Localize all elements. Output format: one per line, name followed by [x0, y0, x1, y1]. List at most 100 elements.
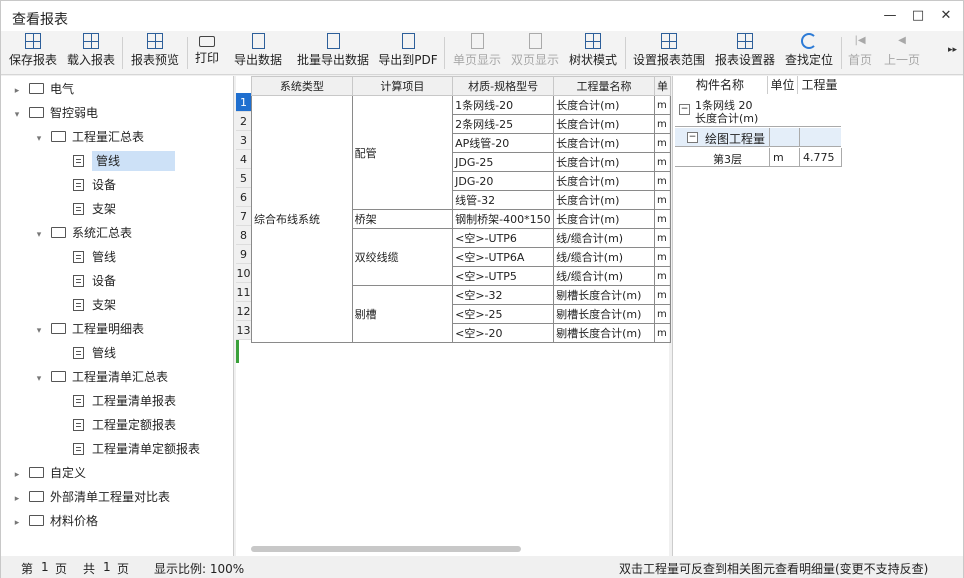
export-pdf-button[interactable]: 导出到PDF: [377, 33, 439, 73]
tree-item[interactable]: ▸ 外部清单工程量对比表: [11, 486, 170, 508]
collapse-icon[interactable]: −: [687, 132, 698, 143]
row-number[interactable]: 1: [236, 93, 251, 112]
tree-item[interactable]: ▾ 工程量汇总表: [33, 126, 144, 148]
row-number[interactable]: 11: [236, 283, 251, 302]
row-number[interactable]: 7: [236, 207, 251, 226]
horizontal-scrollbar[interactable]: [251, 546, 521, 552]
unit-cell[interactable]: m: [653, 133, 672, 153]
qty-name-cell[interactable]: 线/缆合计(m): [553, 228, 655, 248]
qty-name-cell[interactable]: 长度合计(m): [553, 209, 655, 229]
minimize-icon[interactable]: —: [881, 7, 899, 25]
spec-cell[interactable]: <空>-UTP5: [452, 266, 555, 286]
unit-cell[interactable]: m: [653, 152, 672, 172]
detail-root-row[interactable]: − 1条网线 20 长度合计(m): [675, 95, 841, 127]
table-row[interactable]: 综合布线系统 配管 1条网线-20 长度合计(m) m: [251, 95, 672, 343]
qty-name-cell[interactable]: 长度合计(m): [553, 190, 655, 210]
single-page-button[interactable]: 单页显示: [451, 33, 503, 73]
row-number[interactable]: 5: [236, 169, 251, 188]
spec-cell[interactable]: <空>-25: [452, 304, 555, 324]
expand-down-icon[interactable]: ▾: [33, 368, 45, 390]
tree-item[interactable]: 管线: [55, 246, 116, 268]
unit-cell[interactable]: m: [653, 266, 672, 286]
col-header-unit[interactable]: 单: [653, 76, 672, 96]
print-button[interactable]: 打印: [192, 33, 222, 73]
qty-name-cell[interactable]: 长度合计(m): [553, 133, 655, 153]
tree-item[interactable]: 工程量清单报表: [55, 390, 176, 412]
qty-name-cell[interactable]: 剔槽长度合计(m): [553, 323, 655, 343]
row-number[interactable]: 4: [236, 150, 251, 169]
spec-cell[interactable]: JDG-20: [452, 171, 555, 191]
row-number[interactable]: 13: [236, 321, 251, 340]
report-settings-button[interactable]: 报表设置器: [713, 33, 777, 73]
export-data-button[interactable]: 导出数据: [231, 33, 285, 73]
double-page-button[interactable]: 双页显示: [509, 33, 561, 73]
tree-item[interactable]: ▾ 智控弱电: [11, 102, 98, 124]
detail-header-name[interactable]: 构件名称: [673, 76, 767, 94]
spec-cell[interactable]: 钢制桥架-400*150: [452, 209, 555, 229]
tree-item[interactable]: ▸ 自定义: [11, 462, 86, 484]
expand-down-icon[interactable]: ▾: [33, 320, 45, 342]
col-header-qty-name[interactable]: 工程量名称: [553, 76, 655, 96]
tree-item[interactable]: 管线: [55, 342, 116, 364]
tree-item[interactable]: ▸ 材料价格: [11, 510, 98, 532]
qty-name-cell[interactable]: 长度合计(m): [553, 95, 655, 115]
unit-cell[interactable]: m: [653, 323, 672, 343]
spec-cell[interactable]: 线管-32: [452, 190, 555, 210]
batch-export-button[interactable]: 批量导出数据: [295, 33, 371, 73]
detail-item-qty[interactable]: 4.775: [803, 151, 835, 164]
spec-cell[interactable]: <空>-20: [452, 323, 555, 343]
row-number[interactable]: 6: [236, 188, 251, 207]
preview-report-button[interactable]: 报表预览: [129, 33, 181, 73]
row-number[interactable]: 8: [236, 226, 251, 245]
tree-item[interactable]: 工程量清单定额报表: [55, 438, 200, 460]
expand-down-icon[interactable]: ▾: [33, 128, 45, 150]
detail-item-row[interactable]: 第3层 m 4.775: [675, 148, 842, 167]
qty-name-cell[interactable]: 线/缆合计(m): [553, 247, 655, 267]
prev-page-button[interactable]: ◀ 上一页: [881, 33, 923, 73]
spec-cell[interactable]: AP线管-20: [452, 133, 555, 153]
spec-cell[interactable]: 1条网线-20: [452, 95, 555, 115]
tree-item[interactable]: 工程量定额报表: [55, 414, 176, 436]
qty-name-cell[interactable]: 剔槽长度合计(m): [553, 285, 655, 305]
tree-item[interactable]: 管线: [55, 150, 176, 172]
unit-cell[interactable]: m: [653, 285, 672, 305]
spec-cell[interactable]: <空>-UTP6: [452, 228, 555, 248]
maximize-icon[interactable]: □: [909, 7, 927, 25]
qty-name-cell[interactable]: 长度合计(m): [553, 114, 655, 134]
report-range-button[interactable]: 设置报表范围: [631, 33, 707, 73]
unit-cell[interactable]: m: [653, 171, 672, 191]
expand-right-icon[interactable]: ▸: [11, 80, 23, 102]
detail-group-row[interactable]: − 绘图工程量: [675, 128, 841, 147]
spec-cell[interactable]: <空>-UTP6A: [452, 247, 555, 267]
spec-cell[interactable]: <空>-32: [452, 285, 555, 305]
first-page-button[interactable]: |◀ 首页: [845, 33, 875, 73]
expand-right-icon[interactable]: ▸: [11, 464, 23, 486]
tree-item[interactable]: 设备: [55, 174, 116, 196]
row-number[interactable]: 9: [236, 245, 251, 264]
col-header-system-type[interactable]: 系统类型: [251, 76, 353, 96]
close-icon[interactable]: ✕: [937, 7, 955, 25]
qty-name-cell[interactable]: 长度合计(m): [553, 152, 655, 172]
tree-item[interactable]: 设备: [55, 270, 116, 292]
row-number[interactable]: 12: [236, 302, 251, 321]
qty-name-cell[interactable]: 线/缆合计(m): [553, 266, 655, 286]
locate-button[interactable]: 查找定位: [783, 33, 835, 73]
unit-cell[interactable]: m: [653, 209, 672, 229]
tree-item[interactable]: 支架: [55, 198, 116, 220]
tree-item[interactable]: ▸ 电气: [11, 78, 74, 100]
unit-cell[interactable]: m: [653, 190, 672, 210]
unit-cell[interactable]: m: [653, 247, 672, 267]
load-report-button[interactable]: 载入报表: [65, 33, 117, 73]
tree-mode-button[interactable]: 树状模式: [567, 33, 619, 73]
spec-cell[interactable]: 2条网线-25: [452, 114, 555, 134]
tree-item[interactable]: ▾ 工程量明细表: [33, 318, 144, 340]
tree-item[interactable]: ▾ 系统汇总表: [33, 222, 132, 244]
detail-header-qty[interactable]: 工程量: [797, 76, 841, 94]
save-report-button[interactable]: 保存报表: [7, 33, 59, 73]
spec-cell[interactable]: JDG-25: [452, 152, 555, 172]
unit-cell[interactable]: m: [653, 304, 672, 324]
expand-right-icon[interactable]: ▸: [11, 512, 23, 534]
qty-name-cell[interactable]: 剔槽长度合计(m): [553, 304, 655, 324]
unit-cell[interactable]: m: [653, 95, 672, 115]
expand-down-icon[interactable]: ▾: [11, 104, 23, 126]
